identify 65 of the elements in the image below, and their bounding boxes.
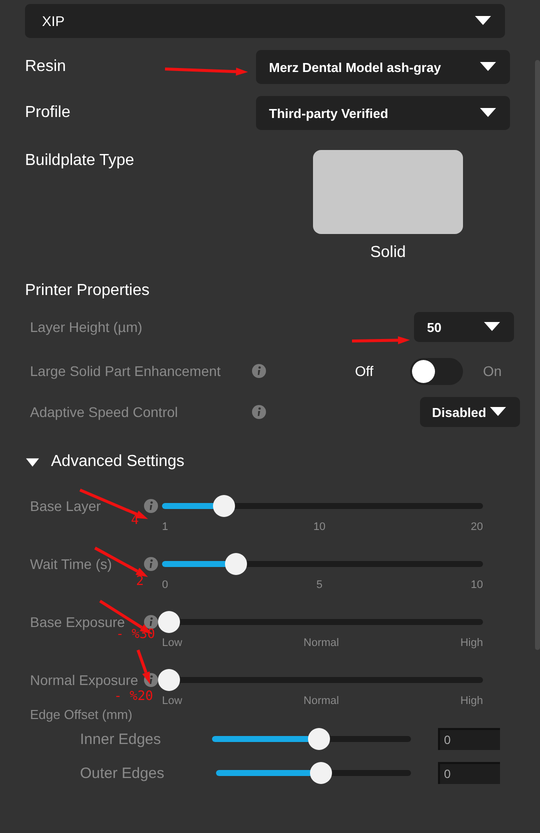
slider[interactable] <box>162 495 483 517</box>
field-label: Resin <box>25 58 66 76</box>
tick-label: 5 <box>316 579 322 591</box>
tick-label: 10 <box>470 579 483 591</box>
buildplate-tile[interactable] <box>313 150 463 234</box>
slider-label: Normal Exposure <box>30 672 138 688</box>
tick-label: 0 <box>162 579 168 591</box>
annotation-arrow <box>94 546 148 577</box>
slider-thumb[interactable] <box>212 495 235 517</box>
toggle-switch[interactable] <box>410 358 463 384</box>
tick-label: 10 <box>313 521 326 533</box>
edge-label: Inner Edges <box>80 730 162 748</box>
tick-label: 20 <box>470 521 483 533</box>
field-label: Profile <box>25 104 70 122</box>
tick-label: High <box>460 637 483 649</box>
buildplate-option-label: Solid <box>370 244 406 262</box>
tick-label: Low <box>162 637 182 649</box>
slider[interactable] <box>212 728 411 750</box>
info-icon[interactable] <box>144 557 158 571</box>
caret-icon <box>480 108 496 118</box>
off-label: Off <box>355 363 374 379</box>
advanced-settings-toggle[interactable]: Advanced Settings <box>26 453 186 471</box>
slider-label: Base Exposure <box>30 614 125 630</box>
setting-label: Large Solid Part Enhancement <box>30 363 222 379</box>
info-icon[interactable] <box>144 615 158 629</box>
info-icon[interactable] <box>252 364 266 378</box>
annotation-text: - %20 <box>114 689 154 704</box>
on-label: On <box>483 363 502 379</box>
number-field[interactable]: 0 <box>438 762 500 784</box>
slider-label: Wait Time (s) <box>30 556 112 572</box>
buildplate-label: Buildplate Type <box>25 152 134 171</box>
tick-label: Normal <box>304 637 339 649</box>
info-icon[interactable] <box>252 405 266 419</box>
triangle-icon <box>26 458 39 466</box>
slider[interactable] <box>162 553 483 575</box>
slider-thumb[interactable] <box>158 611 180 633</box>
caret-icon <box>490 407 506 417</box>
caret-icon <box>475 16 491 26</box>
number-field[interactable]: 0 <box>438 728 500 750</box>
slider-label: Base Layer <box>30 498 101 514</box>
setting-label: Layer Height (µm) <box>30 319 142 335</box>
annotation-arrow <box>136 650 150 684</box>
setting-label: Adaptive Speed Control <box>30 404 179 420</box>
caret-icon <box>480 62 496 72</box>
section-title: Printer Properties <box>25 282 150 300</box>
layer-height-dropdown[interactable]: 50 <box>414 312 514 342</box>
slider-thumb[interactable] <box>158 669 180 691</box>
info-icon[interactable] <box>144 499 158 513</box>
edge-label: Outer Edges <box>80 764 166 782</box>
tick-label: Normal <box>304 695 339 707</box>
annotation-text: 2 <box>136 574 144 589</box>
dropdown[interactable]: Third-party Verified <box>256 96 510 130</box>
speed-dropdown[interactable]: Disabled <box>420 397 520 427</box>
tick-label: High <box>460 695 483 707</box>
dropdown[interactable]: Merz Dental Model ash-gray <box>256 50 510 84</box>
annotation-arrow <box>352 336 410 344</box>
slider[interactable] <box>216 762 411 784</box>
slider-thumb[interactable] <box>225 553 248 575</box>
tick-label: 1 <box>162 521 168 533</box>
caret-icon <box>484 322 500 332</box>
edge-offset-label: Edge Offset (mm) <box>30 707 134 722</box>
tick-label: Low <box>162 695 182 707</box>
slider-thumb[interactable] <box>308 728 330 750</box>
slider-thumb[interactable] <box>310 762 332 784</box>
printer-dropdown[interactable]: XIP <box>25 4 505 38</box>
